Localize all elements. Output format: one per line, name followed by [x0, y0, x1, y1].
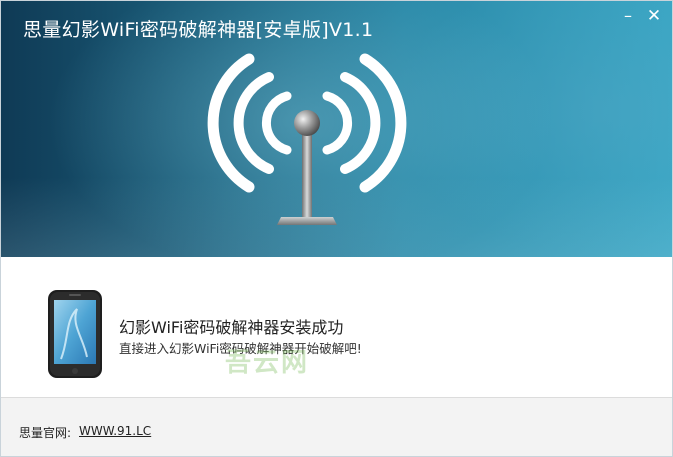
phone-icon — [48, 290, 102, 378]
footer: 思量官网: WWW.91.LC — [1, 397, 672, 456]
close-button[interactable]: ✕ — [641, 5, 667, 27]
header-banner: 思量幻影WiFi密码破解神器[安卓版]V1.1 – ✕ — [1, 1, 672, 257]
official-site-link[interactable]: WWW.91.LC — [79, 424, 151, 438]
watermark: 吾云网 — [225, 348, 310, 378]
window-title: 思量幻影WiFi密码破解神器[安卓版]V1.1 — [23, 19, 374, 41]
wifi-antenna-icon — [207, 53, 407, 225]
installer-window: 思量幻影WiFi密码破解神器[安卓版]V1.1 – ✕ 幻影WiFi密码破解神器… — [0, 0, 673, 457]
content-area: 幻影WiFi密码破解神器安装成功 直接进入幻影WiFi密码破解神器开始破解吧! … — [1, 257, 672, 397]
official-site-label: 思量官网: — [19, 426, 72, 440]
minimize-button[interactable]: – — [615, 5, 641, 27]
install-success-message: 幻影WiFi密码破解神器安装成功 — [119, 318, 344, 337]
